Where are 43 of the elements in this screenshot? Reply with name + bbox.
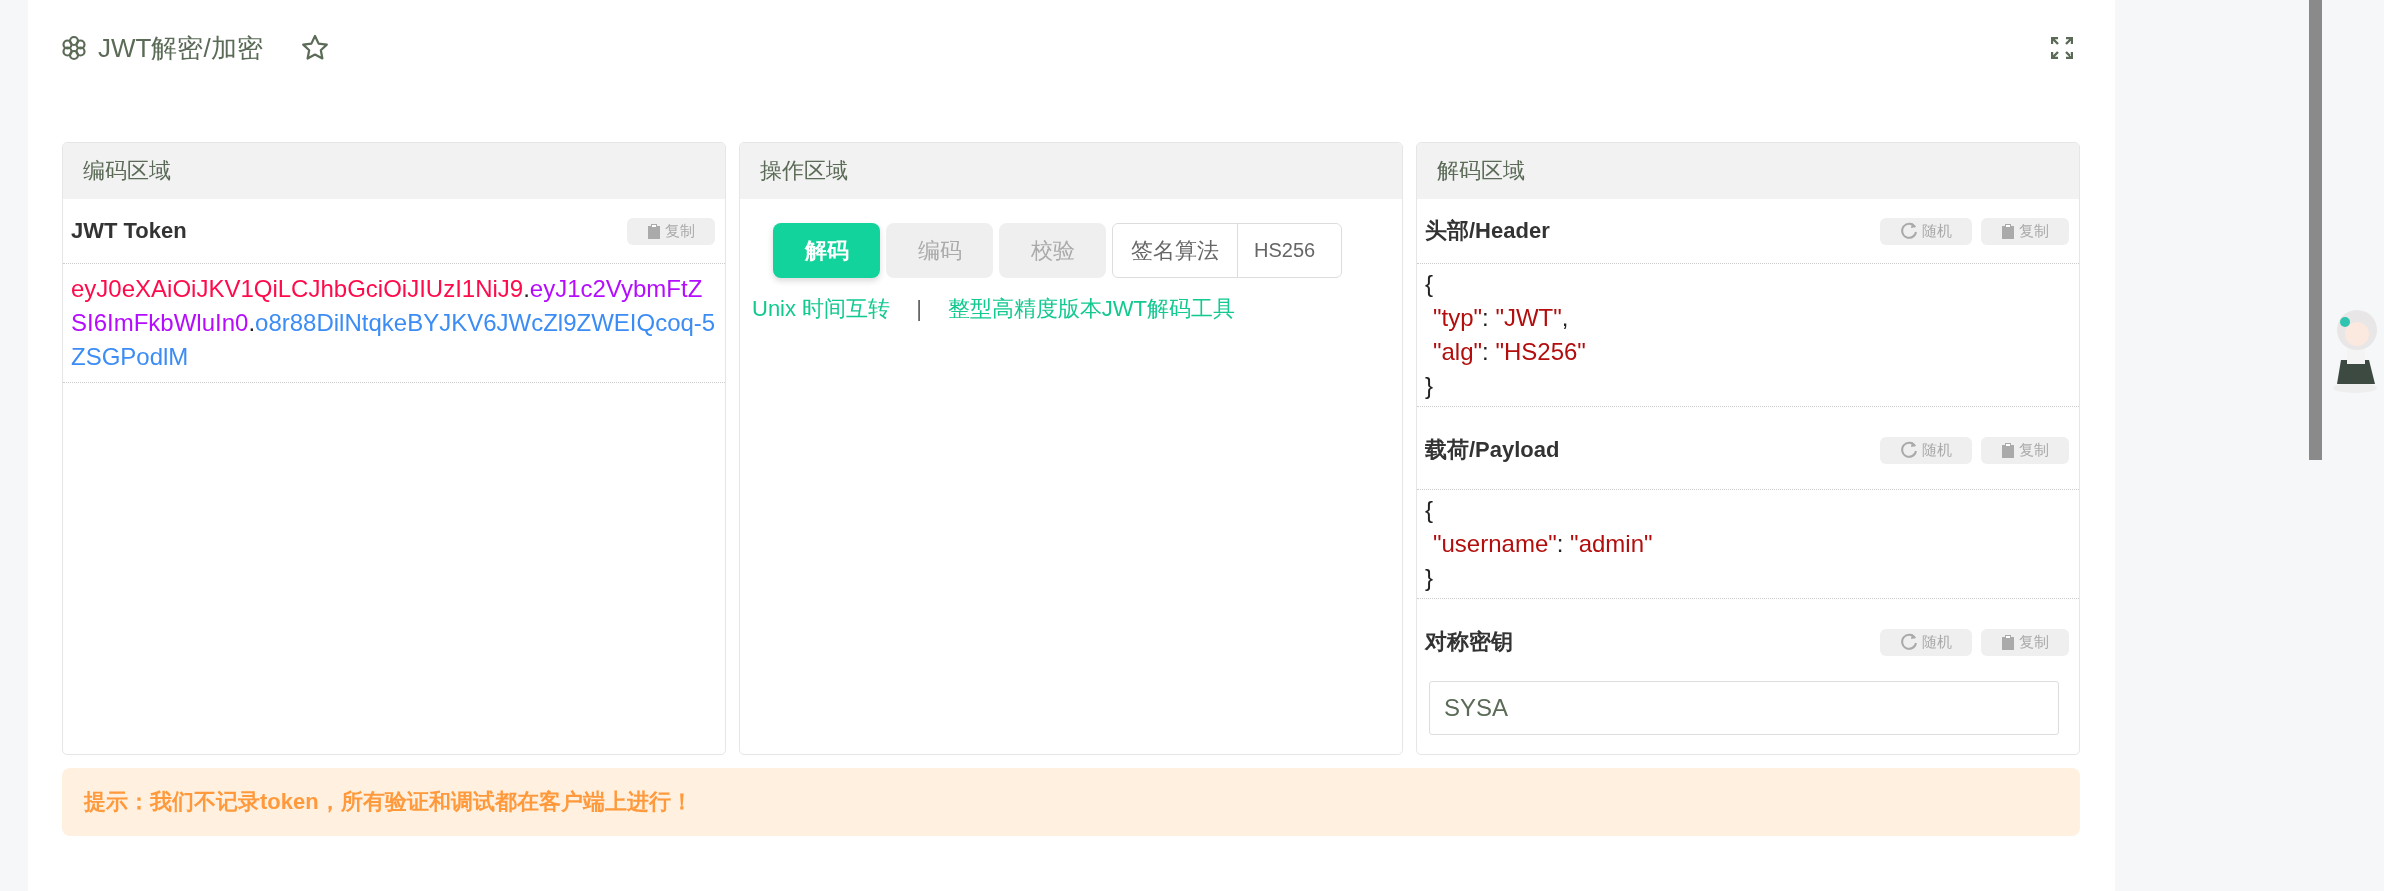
random-button[interactable]: 随机: [1880, 217, 1972, 245]
random-button[interactable]: 随机: [1880, 436, 1972, 464]
tool-link[interactable]: Unix 时间互转: [752, 294, 891, 324]
star-icon[interactable]: [300, 34, 329, 62]
json-line: "alg": "HS256": [1432, 337, 1586, 367]
json-line: "username": "admin": [1432, 529, 1653, 559]
panel-heading: 解码区域: [1437, 160, 1525, 182]
refresh-icon: [1900, 441, 1918, 459]
flower-icon: [62, 35, 86, 61]
json-line: {: [1425, 269, 1433, 299]
mode-tab[interactable]: 校验: [999, 223, 1106, 278]
page-title: JWT解密/加密: [98, 31, 263, 65]
json-line: {: [1425, 495, 1433, 525]
scrollbar-thumb[interactable]: [2309, 0, 2322, 460]
refresh-icon: [1900, 222, 1918, 240]
panel-heading: 编码区域: [83, 160, 171, 182]
json-line: }: [1425, 563, 1433, 593]
clipboard-icon: [647, 223, 661, 239]
mode-tab[interactable]: 解码: [773, 223, 880, 278]
refresh-icon: [1900, 633, 1918, 651]
algorithm-select[interactable]: 签名算法 HS256: [1112, 223, 1343, 278]
copy-button[interactable]: 复制: [1981, 628, 2069, 656]
fullscreen-icon[interactable]: [2051, 37, 2073, 59]
clipboard-icon: [2001, 223, 2015, 239]
section-title: 载荷/Payload: [1425, 436, 1560, 464]
panel-heading: 操作区域: [760, 160, 848, 182]
secret-key-field[interactable]: SYSA: [1429, 681, 2059, 735]
section-title: 头部/Header: [1425, 217, 1550, 245]
jwt-token-text[interactable]: eyJ0eXAiOiJKV1QiLCJhbGciOiJIUzI1NiJ9.eyJ1c2VybmFtZSI6ImFkbWluIn0.o8r88DilNtqkeBYJKV6JWcZl9ZWEIQcoq-5ZSGPodlM: [71, 272, 717, 374]
link-separator: |: [916, 296, 922, 322]
clipboard-icon: [2001, 442, 2015, 458]
json-line: }: [1425, 371, 1433, 401]
json-line: "typ": "JWT",: [1432, 303, 1569, 333]
section-title: 对称密钥: [1425, 628, 1513, 656]
copy-button[interactable]: 复制: [1981, 436, 2069, 464]
notice-text: 提示：我们不记录token，所有验证和调试都在客户端上进行！: [84, 788, 693, 816]
field-label: JWT Token: [71, 218, 187, 244]
random-button[interactable]: 随机: [1880, 628, 1972, 656]
copy-button[interactable]: 复制: [1981, 217, 2069, 245]
mode-tab[interactable]: 编码: [886, 223, 993, 278]
tool-link[interactable]: 整型高精度版本JWT解码工具: [947, 294, 1236, 324]
copy-button[interactable]: 复制: [627, 217, 715, 245]
clipboard-icon: [2001, 634, 2015, 650]
